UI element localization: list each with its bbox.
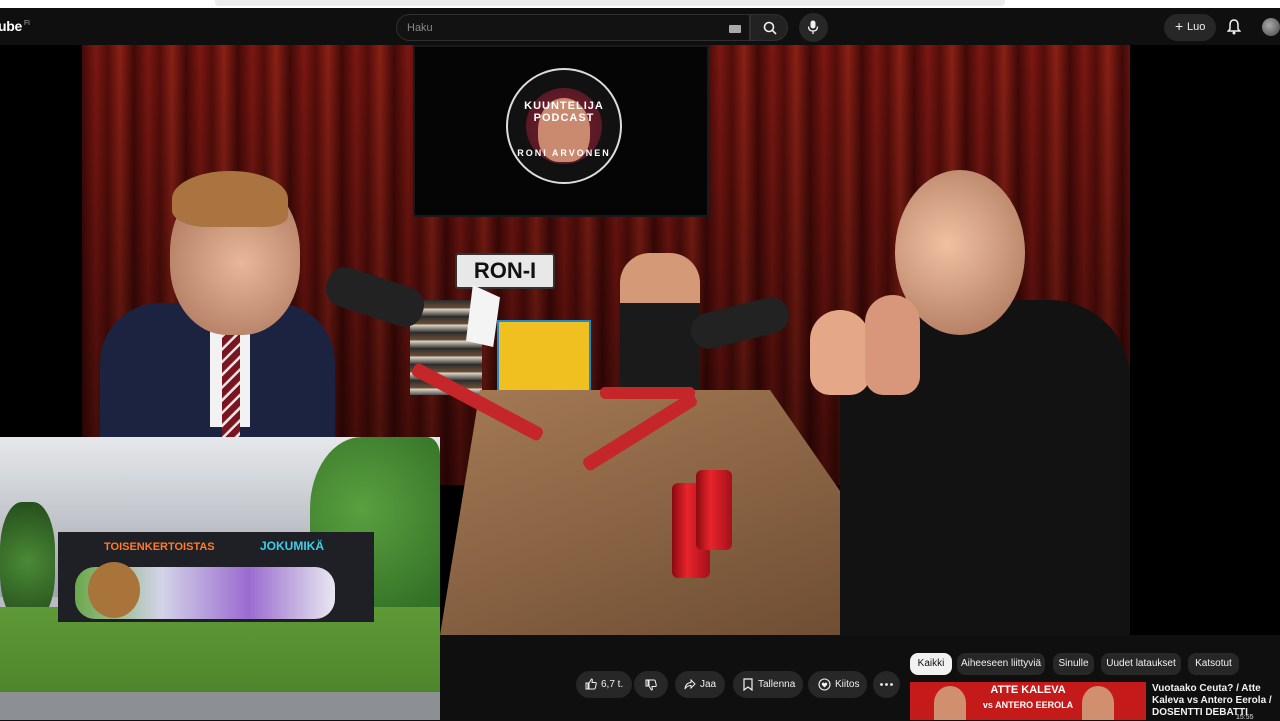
- bookmark-icon: [743, 678, 753, 691]
- podcast-logo-text-top: KUUNTELIJA PODCAST: [524, 100, 604, 124]
- dislike-button[interactable]: [634, 671, 668, 698]
- podcast-logo-text-bottom: RONI ARVONEN: [517, 148, 611, 158]
- cardboard-figure: [620, 253, 700, 403]
- share-icon: [684, 679, 696, 690]
- share-label: Jaa: [700, 679, 717, 690]
- youtube-logo[interactable]: ube FI: [0, 18, 30, 34]
- voice-search-button[interactable]: [799, 13, 828, 42]
- like-button[interactable]: 6,7 t.: [576, 671, 632, 698]
- keyboard-icon[interactable]: [729, 25, 741, 33]
- notifications-bell-icon[interactable]: [1227, 19, 1241, 35]
- save-button[interactable]: Tallenna: [733, 671, 803, 698]
- thanks-label: Kiitos: [835, 679, 860, 690]
- browser-tab-shadow: [215, 0, 1005, 6]
- plus-icon: +: [1175, 18, 1184, 34]
- search-button[interactable]: [750, 14, 788, 41]
- thumbs-up-icon: [585, 678, 597, 690]
- thumbs-down-icon: [645, 679, 657, 691]
- microphone-icon: [807, 20, 819, 34]
- chip-related[interactable]: Aiheeseen liittyviä: [957, 653, 1045, 675]
- graffiti-face: [88, 562, 140, 618]
- search-icon: [763, 21, 777, 35]
- graffiti-tag-left: TOISENKERTOISTAS: [104, 541, 215, 553]
- guest-right-hand-2: [865, 295, 920, 395]
- chip-watched[interactable]: Katsotut: [1188, 653, 1239, 675]
- inset-road: [0, 692, 440, 720]
- license-plate: RON-I: [455, 253, 555, 289]
- thumbnail-text-line1: ATTE KALEVA: [990, 684, 1066, 696]
- chip-all[interactable]: Kaikki: [910, 653, 952, 675]
- country-code: FI: [24, 20, 30, 27]
- thanks-button[interactable]: Kiitos: [808, 671, 867, 698]
- related-video-thumbnail[interactable]: ATTE KALEVA vs ANTERO EEROLA: [910, 682, 1146, 720]
- search-input[interactable]: [407, 19, 707, 37]
- logo-text: ube: [0, 18, 22, 34]
- poster-box: [497, 320, 591, 400]
- chip-for-you[interactable]: Sinulle: [1053, 653, 1094, 675]
- browser-top-strip: [0, 0, 1280, 8]
- more-horizontal-icon: [880, 683, 893, 686]
- soda-can-2: [696, 470, 732, 550]
- share-button[interactable]: Jaa: [675, 671, 725, 698]
- mic-arm-center: [600, 387, 695, 399]
- guest-right: [810, 170, 1130, 635]
- create-button[interactable]: + Luo: [1164, 14, 1216, 41]
- guest-right-hand: [810, 310, 870, 395]
- chip-new-uploads[interactable]: Uudet lataukset: [1101, 653, 1181, 675]
- graffiti-tag-right: JOKUMIKÄ: [260, 539, 325, 553]
- host-left-hair: [172, 171, 288, 227]
- inset-video-overlay: TOISENKERTOISTAS JOKUMIKÄ: [0, 437, 440, 720]
- account-avatar[interactable]: [1262, 18, 1280, 36]
- more-actions-button[interactable]: [873, 671, 900, 698]
- podcast-logo: [506, 68, 622, 184]
- search-box: [396, 14, 750, 41]
- inset-tree-left: [0, 502, 55, 622]
- thumbnail-text-line2: vs ANTERO EEROLA: [982, 700, 1074, 710]
- thanks-icon: [818, 678, 831, 691]
- like-count: 6,7 t.: [601, 679, 624, 690]
- save-label: Tallenna: [758, 679, 796, 690]
- create-label: Luo: [1187, 21, 1206, 33]
- related-video-title[interactable]: Vuotaako Ceuta? / Atte Kaleva vs Antero …: [1152, 683, 1280, 719]
- masthead: ubeFI + Luo: [0, 8, 1280, 45]
